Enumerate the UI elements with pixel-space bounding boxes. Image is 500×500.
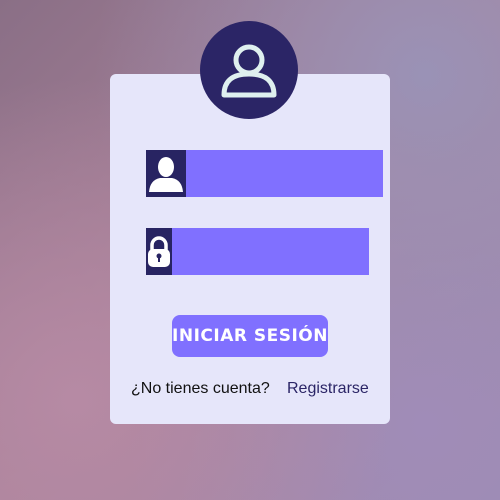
username-field xyxy=(146,150,383,197)
avatar xyxy=(200,21,298,119)
register-link[interactable]: Registrarse xyxy=(287,380,369,398)
user-icon xyxy=(146,150,186,197)
login-button[interactable]: INICIAR SESIÓN xyxy=(172,315,328,357)
username-input[interactable] xyxy=(186,150,383,197)
lock-icon xyxy=(146,228,172,275)
password-field xyxy=(146,228,369,275)
password-input[interactable] xyxy=(172,228,369,275)
user-outline-icon xyxy=(221,44,277,98)
no-account-text: ¿No tienes cuenta? xyxy=(131,380,270,397)
